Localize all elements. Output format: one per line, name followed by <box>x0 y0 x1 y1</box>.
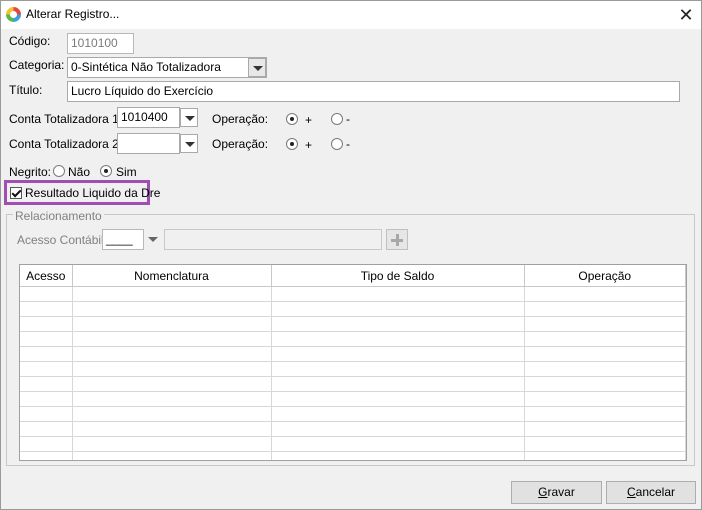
acesso-contabil-field[interactable]: ____ <box>102 229 144 250</box>
acesso-contabil-label: Acesso Contábil: <box>17 233 108 247</box>
conta1-field[interactable]: 1010400 <box>117 107 180 128</box>
dialog-window: Alterar Registro... ✕ Código: 1010100 Ca… <box>0 0 702 510</box>
conta2-op-plus-label: + <box>305 138 313 152</box>
relacionamento-table[interactable]: Acesso Nomenclatura Tipo de Saldo Operaç… <box>19 264 687 461</box>
acesso-contabil-dropdown-button[interactable] <box>144 230 162 249</box>
categoria-dropdown-button[interactable] <box>248 58 266 77</box>
table-row[interactable] <box>20 316 686 332</box>
relacionamento-title: Relacionamento <box>13 209 104 223</box>
gravar-label: ravar <box>547 485 575 499</box>
window-title: Alterar Registro... <box>26 7 120 21</box>
table-row[interactable] <box>20 421 686 437</box>
cancelar-label: ancelar <box>635 485 676 499</box>
conta2-dropdown-button[interactable] <box>180 134 198 153</box>
table-row[interactable] <box>20 286 686 302</box>
conta1-op-minus-label: - <box>346 112 350 126</box>
cancelar-button[interactable]: Cancelar <box>606 481 696 504</box>
conta1-op-minus-radio[interactable] <box>331 113 343 125</box>
column-header-operacao[interactable]: Operação <box>524 265 686 287</box>
conta1-op-plus-radio[interactable] <box>286 113 298 125</box>
table-row[interactable] <box>20 301 686 317</box>
conta2-op-minus-radio[interactable] <box>331 138 343 150</box>
resultado-label: Resultado Liquido da Dre <box>25 186 161 200</box>
column-header-acesso[interactable]: Acesso <box>20 265 73 287</box>
add-icon[interactable] <box>386 229 408 250</box>
table-row[interactable] <box>20 346 686 362</box>
codigo-field[interactable]: 1010100 <box>67 33 134 54</box>
conta1-operacao-label: Operação: <box>212 112 269 126</box>
table-row[interactable] <box>20 361 686 377</box>
negrito-nao-label: Não <box>68 165 91 179</box>
gravar-accelerator: G <box>538 485 548 499</box>
table-row[interactable] <box>20 331 686 347</box>
chevron-down-icon <box>185 142 195 147</box>
negrito-nao-radio[interactable] <box>53 165 65 177</box>
chevron-down-icon <box>148 237 158 242</box>
close-icon[interactable]: ✕ <box>673 3 699 27</box>
table-row[interactable] <box>20 451 686 460</box>
categoria-label: Categoria: <box>9 58 65 72</box>
gravar-button[interactable]: Gravar <box>511 481 602 504</box>
resultado-checkbox[interactable] <box>10 187 22 199</box>
conta1-label: Conta Totalizadora 1: <box>9 112 123 126</box>
table-header-row: Acesso Nomenclatura Tipo de Saldo Operaç… <box>20 265 686 287</box>
table-row[interactable] <box>20 436 686 452</box>
table-row[interactable] <box>20 376 686 392</box>
chevron-down-icon <box>253 66 263 71</box>
column-header-tipo-de-saldo[interactable]: Tipo de Saldo <box>271 265 525 287</box>
conta2-label: Conta Totalizadora 2: <box>9 137 123 151</box>
titulo-field[interactable]: Lucro Líquido do Exercício <box>67 81 680 102</box>
title-bar: Alterar Registro... ✕ <box>1 1 701 29</box>
negrito-sim-label: Sim <box>116 165 137 179</box>
app-icon <box>6 7 21 22</box>
conta1-dropdown-button[interactable] <box>180 108 198 127</box>
negrito-label: Negrito: <box>9 165 52 179</box>
conta2-op-plus-radio[interactable] <box>286 138 298 150</box>
table-row[interactable] <box>20 406 686 422</box>
conta2-operacao-label: Operação: <box>212 137 269 151</box>
conta1-op-plus-label: + <box>305 113 313 127</box>
titulo-label: Título: <box>9 83 43 97</box>
conta2-op-minus-label: - <box>346 137 350 151</box>
codigo-label: Código: <box>9 34 51 48</box>
column-header-nomenclatura[interactable]: Nomenclatura <box>72 265 272 287</box>
cancelar-accelerator: C <box>626 485 636 499</box>
chevron-down-icon <box>185 116 195 121</box>
categoria-select[interactable]: 0-Sintética Não Totalizadora <box>67 57 267 78</box>
conta2-field[interactable] <box>117 133 180 154</box>
acesso-contabil-description <box>164 229 382 250</box>
table-row[interactable] <box>20 391 686 407</box>
negrito-sim-radio[interactable] <box>100 165 112 177</box>
